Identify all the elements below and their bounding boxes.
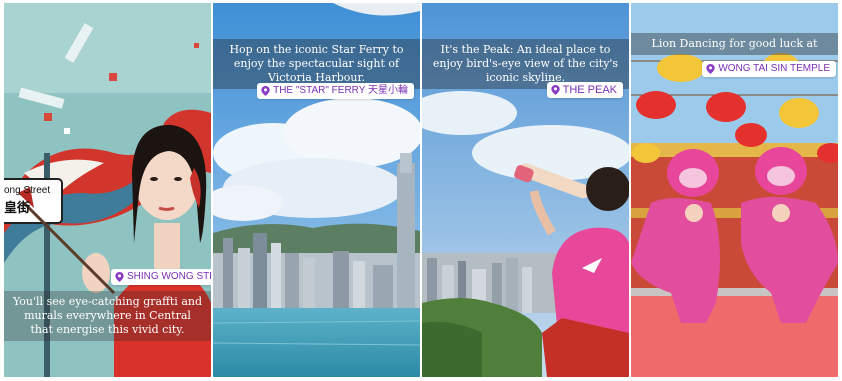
location-tag[interactable]: SHING WONG STREET xyxy=(111,269,211,285)
street-sign-chinese: 皇街 xyxy=(4,200,31,215)
location-label: WONG TAI SIN TEMPLE xyxy=(718,63,830,74)
street-sign-english: ong Street xyxy=(4,185,51,196)
location-tag[interactable]: WONG TAI SIN TEMPLE xyxy=(702,61,836,77)
map-pin-icon xyxy=(115,272,124,282)
location-label: SHING WONG STREET xyxy=(127,271,211,282)
story-card-shing-wong-street[interactable]: ong Street 皇街 SHING WONG STREET You'll s… xyxy=(4,3,211,377)
location-label: THE PEAK xyxy=(562,84,617,96)
location-label: THE "STAR" FERRY 天星小輪 xyxy=(273,85,408,96)
street-sign: ong Street 皇街 xyxy=(4,181,58,221)
story-carousel: ong Street 皇街 SHING WONG STREET You'll s… xyxy=(4,3,838,377)
map-pin-icon xyxy=(550,85,560,95)
story-card-the-peak[interactable]: It's the Peak: An ideal place to enjoy b… xyxy=(422,3,629,377)
lion-dance-photo xyxy=(631,3,838,377)
location-tag[interactable]: THE PEAK xyxy=(546,82,623,98)
story-caption: Lion Dancing for good luck at xyxy=(631,33,838,55)
story-card-wong-tai-sin[interactable]: Lion Dancing for good luck at WONG TAI S… xyxy=(631,3,838,377)
map-pin-icon xyxy=(706,64,715,74)
location-tag[interactable]: THE "STAR" FERRY 天星小輪 xyxy=(257,83,414,99)
story-card-star-ferry[interactable]: Hop on the iconic Star Ferry to enjoy th… xyxy=(213,3,420,377)
story-caption: You'll see eye-catching graffti and mura… xyxy=(4,291,211,341)
map-pin-icon xyxy=(261,86,270,96)
story-caption: Hop on the iconic Star Ferry to enjoy th… xyxy=(213,39,420,89)
